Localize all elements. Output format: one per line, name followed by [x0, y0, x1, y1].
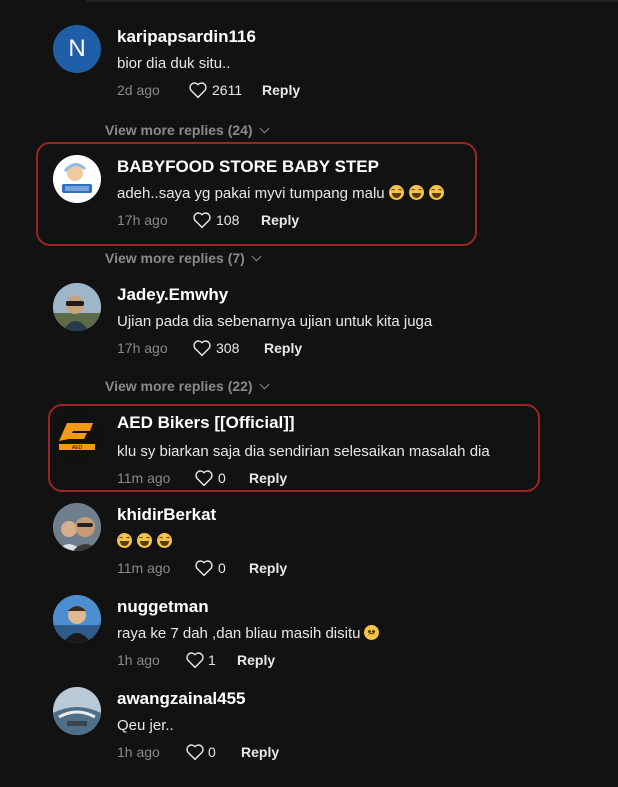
avatar[interactable]	[53, 155, 101, 203]
comment-text: adeh..saya yg pakai myvi tumpang malu	[117, 185, 449, 202]
avatar-letter: N	[68, 35, 86, 62]
like-count: 108	[216, 212, 240, 228]
baby-step-logo-icon	[53, 155, 101, 203]
laughing-emoji-icon	[157, 533, 172, 548]
reply-button[interactable]: Reply	[241, 744, 279, 760]
avatar[interactable]	[53, 687, 101, 735]
comment-item: BABYFOOD STORE BABY STEP adeh..saya yg p…	[0, 155, 618, 255]
laughing-emoji-icon	[117, 533, 132, 548]
profile-photo-icon	[53, 687, 101, 735]
comment-item: Jadey.Emwhy Ujian pada dia sebenarnya uj…	[0, 283, 618, 383]
chevron-down-icon	[259, 379, 270, 390]
laughing-emoji-icon	[428, 185, 444, 200]
like-count: 0	[208, 744, 216, 760]
comment-meta: 2d ago 2611 Reply	[117, 82, 417, 100]
comment-item: awangzainal455 Qeu jer.. 1h ago 0 Reply	[0, 687, 618, 787]
reply-button[interactable]: Reply	[249, 560, 287, 576]
comment-meta: 17h ago 108 Reply	[117, 212, 417, 230]
comment-meta: 1h ago 1 Reply	[117, 652, 417, 670]
comment-text-content: raya ke 7 dah ,dan bliau masih disitu	[117, 625, 361, 642]
view-more-replies[interactable]: View more replies (22)	[105, 378, 270, 394]
comment-meta: 17h ago 308 Reply	[117, 340, 417, 358]
view-more-replies[interactable]: View more replies (7)	[105, 250, 262, 266]
comment-text: raya ke 7 dah ,dan bliau masih disitu	[117, 625, 380, 642]
laughing-emoji-icon	[137, 533, 152, 548]
like-count: 1	[208, 652, 216, 668]
comment-item: N karipapsardin116 bior dia duk situ.. 2…	[0, 25, 618, 125]
comment-text: bior dia duk situ..	[117, 55, 231, 72]
aed-logo-icon: AED	[53, 411, 101, 459]
heart-outline-icon[interactable]	[194, 469, 214, 487]
comment-time: 17h ago	[117, 340, 168, 356]
chevron-down-icon	[259, 123, 270, 134]
view-more-label: View more replies (7)	[105, 250, 245, 266]
comment-meta: 11m ago 0 Reply	[117, 560, 417, 578]
svg-text:AED: AED	[72, 445, 83, 451]
comment-time: 17h ago	[117, 212, 168, 228]
laughing-emoji-icon	[388, 185, 404, 200]
reply-button[interactable]: Reply	[237, 652, 275, 668]
comment-username[interactable]: nuggetman	[117, 597, 209, 617]
heart-outline-icon[interactable]	[192, 339, 212, 357]
avatar[interactable]	[53, 503, 101, 551]
comment-username[interactable]: awangzainal455	[117, 689, 246, 709]
comment-username[interactable]: khidirBerkat	[117, 505, 216, 525]
sad-face-emoji-icon	[364, 625, 380, 640]
comment-time: 2d ago	[117, 82, 160, 98]
comment-meta: 11m ago 0 Reply	[117, 470, 417, 488]
view-more-label: View more replies (22)	[105, 378, 253, 394]
heart-outline-icon[interactable]	[188, 81, 208, 99]
view-more-replies[interactable]: View more replies (24)	[105, 122, 270, 138]
comment-text: Qeu jer..	[117, 717, 174, 734]
like-count: 308	[216, 340, 240, 356]
comment-username[interactable]: AED Bikers [[Official]]	[117, 413, 295, 433]
comment-username[interactable]: karipapsardin116	[117, 27, 256, 47]
laughing-emoji-icon	[408, 185, 424, 200]
avatar[interactable]: AED	[53, 411, 101, 459]
comment-text-content: adeh..saya yg pakai myvi tumpang malu	[117, 185, 385, 202]
chevron-down-icon	[251, 251, 262, 262]
comment-item: AED AED Bikers [[Official]] klu sy biark…	[0, 411, 618, 511]
comment-time: 11m ago	[117, 560, 171, 576]
top-divider	[86, 0, 618, 2]
heart-outline-icon[interactable]	[192, 211, 212, 229]
reply-button[interactable]: Reply	[249, 470, 287, 486]
avatar[interactable]: N	[53, 25, 101, 73]
reply-button[interactable]: Reply	[261, 212, 299, 228]
reply-button[interactable]: Reply	[264, 340, 302, 356]
comment-text	[117, 533, 177, 550]
view-more-label: View more replies (24)	[105, 122, 253, 138]
comment-text: Ujian pada dia sebenarnya ujian untuk ki…	[117, 313, 433, 330]
comment-username[interactable]: Jadey.Emwhy	[117, 285, 228, 305]
comment-text: klu sy biarkan saja dia sendirian selesa…	[117, 443, 490, 460]
avatar[interactable]	[53, 283, 101, 331]
comment-item: nuggetman raya ke 7 dah ,dan bliau masih…	[0, 595, 618, 695]
profile-photo-icon	[53, 283, 101, 331]
like-count: 0	[218, 560, 226, 576]
heart-outline-icon[interactable]	[194, 559, 214, 577]
comment-time: 1h ago	[117, 652, 160, 668]
heart-outline-icon[interactable]	[185, 651, 205, 669]
like-count: 2611	[212, 82, 243, 98]
reply-button[interactable]: Reply	[262, 82, 300, 98]
comment-username[interactable]: BABYFOOD STORE BABY STEP	[117, 157, 379, 177]
avatar[interactable]	[53, 595, 101, 643]
heart-outline-icon[interactable]	[185, 743, 205, 761]
comment-item: khidirBerkat 11m ago 0 Reply	[0, 503, 618, 603]
comment-time: 1h ago	[117, 744, 160, 760]
comment-time: 11m ago	[117, 470, 171, 486]
profile-photo-icon	[53, 595, 101, 643]
like-count: 0	[218, 470, 226, 486]
comment-meta: 1h ago 0 Reply	[117, 744, 417, 762]
profile-photo-icon	[53, 503, 101, 551]
